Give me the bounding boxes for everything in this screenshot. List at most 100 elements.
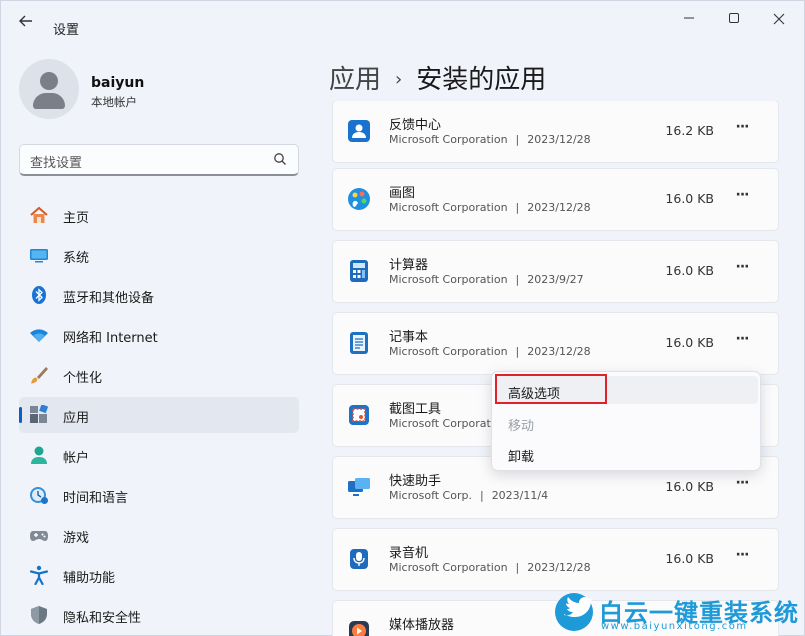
watermark: 白云一键重装系统 www.baiyunxitong.com — [553, 591, 805, 636]
account-icon — [31, 446, 47, 464]
quick-assist-icon — [348, 478, 370, 496]
paint-icon — [348, 188, 370, 210]
sidebar-item-label: 辅助功能 — [63, 571, 116, 586]
more-options-button[interactable]: ··· — [730, 474, 754, 498]
search-icon — [274, 153, 286, 165]
sidebar-item-apps[interactable]: 应用 — [19, 397, 299, 433]
app-name: 画图 — [389, 186, 416, 201]
apps-icon — [30, 405, 49, 423]
gamepad-icon — [30, 531, 48, 541]
minimize-button[interactable] — [677, 11, 701, 29]
watermark-url: www.baiyunxitong.com — [601, 621, 748, 632]
breadcrumb-parent[interactable]: 应用 — [329, 65, 381, 95]
sidebar-item-system[interactable]: 系统 — [19, 237, 299, 273]
sidebar-item-label: 网络和 Internet — [63, 331, 158, 346]
search-placeholder: 查找设置 — [30, 156, 83, 171]
menu-item-label: 卸载 — [508, 450, 535, 465]
app-size: 16.0 KB — [665, 551, 714, 566]
app-meta: Microsoft Corporation | 2023/9/27 — [389, 273, 584, 286]
highlight-annotation-box — [495, 374, 607, 404]
list-item: 计算器 Microsoft Corporation | 2023/9/27 16.0… — [332, 240, 779, 303]
sidebar-item-label: 隐私和安全性 — [63, 611, 142, 626]
app-name: 截图工具 — [389, 402, 442, 417]
list-item: 画图 Microsoft Corporation | 2023/12/28 16.0… — [332, 168, 779, 231]
minimize-icon — [684, 17, 694, 19]
app-name: 反馈中心 — [389, 118, 442, 133]
user-account-card[interactable]: baiyun 本地帐户 — [19, 59, 299, 121]
title-bar: 设置 — [1, 1, 805, 41]
maximize-button[interactable] — [722, 11, 746, 29]
menu-item-label: 移动 — [508, 419, 535, 434]
snipping-tool-icon — [349, 405, 369, 425]
search-input[interactable]: 查找设置 — [19, 144, 299, 176]
sidebar-item-privacy[interactable]: 隐私和安全性 — [19, 597, 299, 633]
more-options-button[interactable]: ··· — [730, 186, 754, 210]
sidebar-item-label: 游戏 — [63, 531, 90, 546]
maximize-icon — [729, 13, 739, 23]
clock-globe-icon — [30, 487, 48, 504]
list-item: 反馈中心 Microsoft Corporation | 2023/12/28 16… — [332, 101, 779, 163]
sidebar-item-gaming[interactable]: 游戏 — [19, 517, 299, 553]
menu-item-move: 移动 — [496, 408, 758, 436]
app-name: 录音机 — [389, 546, 429, 561]
app-name: 记事本 — [389, 330, 429, 345]
bluetooth-icon — [32, 286, 46, 304]
more-options-button[interactable]: ··· — [730, 330, 754, 354]
brush-icon — [31, 367, 48, 384]
installed-apps-list[interactable]: 反馈中心 Microsoft Corporation | 2023/12/28 16… — [332, 101, 779, 636]
list-item: 录音机 Microsoft Corporation | 2023/12/28 16.… — [332, 528, 779, 591]
avatar — [19, 59, 79, 119]
sidebar-item-label: 帐户 — [63, 451, 90, 466]
app-name: 媒体播放器 — [389, 618, 455, 633]
app-size: 16.0 KB — [665, 335, 714, 350]
calculator-icon — [350, 260, 368, 282]
app-size: 16.0 KB — [665, 263, 714, 278]
app-meta: Microsoft Corporation | 2023/12/28 — [389, 561, 591, 574]
page-title: 安装的应用 — [416, 65, 547, 95]
sidebar-item-bluetooth[interactable]: 蓝牙和其他设备 — [19, 277, 299, 313]
accessibility-icon — [29, 565, 49, 585]
app-meta: Microsoft Corporation | 2023/12/28 — [389, 201, 591, 214]
menu-item-uninstall[interactable]: 卸载 — [496, 439, 758, 467]
breadcrumb: 应用 › 安装的应用 — [329, 59, 546, 96]
sidebar-item-time-language[interactable]: 时间和语言 — [19, 477, 299, 513]
app-size: 16.0 KB — [665, 479, 714, 494]
more-options-button[interactable]: ··· — [730, 546, 754, 570]
app-size: 16.2 KB — [665, 123, 714, 138]
more-options-button[interactable]: ··· — [730, 118, 754, 142]
more-options-button[interactable]: ··· — [730, 258, 754, 282]
account-type: 本地帐户 — [91, 95, 137, 109]
arrow-left-icon — [19, 15, 32, 27]
app-meta: Microsoft Corporation | 2023/12/28 — [389, 345, 591, 358]
app-name: 计算器 — [389, 258, 429, 273]
sidebar-item-label: 主页 — [63, 211, 90, 226]
close-icon — [773, 13, 785, 25]
sidebar-item-label: 个性化 — [63, 371, 103, 386]
wifi-icon — [30, 329, 48, 342]
sidebar-item-accessibility[interactable]: 辅助功能 — [19, 557, 299, 593]
bird-logo-icon — [555, 593, 593, 631]
sidebar-item-network[interactable]: 网络和 Internet — [19, 317, 299, 353]
sidebar-item-label: 蓝牙和其他设备 — [63, 291, 155, 306]
feedback-hub-icon — [348, 120, 370, 142]
back-button[interactable] — [15, 13, 37, 31]
sidebar-nav: 主页 系统 蓝牙和其他设备 网络和 Internet 个性化 应用 帐户 时间和… — [19, 197, 299, 636]
notepad-icon — [350, 332, 368, 354]
settings-window: 设置 baiyun 本地帐户 查找设置 主页 系统 蓝牙和其他设备 网络和 In… — [0, 0, 805, 636]
home-icon — [30, 206, 48, 223]
sidebar-item-personalization[interactable]: 个性化 — [19, 357, 299, 393]
voice-recorder-icon — [350, 549, 368, 569]
sidebar-item-accounts[interactable]: 帐户 — [19, 437, 299, 473]
app-meta: Microsoft Corp. | 2023/11/4 — [389, 489, 549, 502]
app-meta: Microsoft Corporation | 2023/12/28 — [389, 133, 591, 146]
sidebar-item-home[interactable]: 主页 — [19, 197, 299, 233]
sidebar-item-label: 系统 — [63, 251, 90, 266]
breadcrumb-separator: › — [395, 69, 403, 90]
system-icon — [30, 249, 48, 263]
app-size: 16.0 KB — [665, 191, 714, 206]
app-name: 快速助手 — [389, 474, 442, 489]
list-item: 记事本 Microsoft Corporation | 2023/12/28 16.… — [332, 312, 779, 375]
close-button[interactable] — [767, 11, 791, 29]
sidebar-item-label: 应用 — [63, 411, 90, 426]
sidebar-item-label: 时间和语言 — [63, 491, 129, 506]
